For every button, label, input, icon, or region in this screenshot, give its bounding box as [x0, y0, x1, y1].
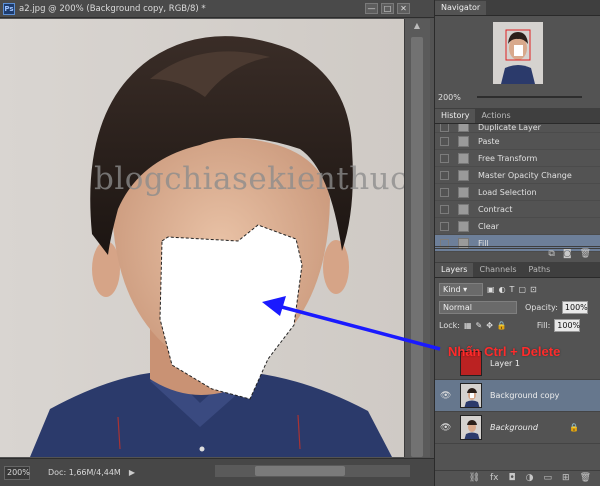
navigator-zoom-value[interactable]: 200%	[438, 93, 461, 102]
trash-icon[interactable]: 🗑	[580, 249, 591, 259]
folder-icon[interactable]: ▭	[544, 473, 553, 483]
navigator-thumbnail[interactable]	[493, 22, 543, 84]
snapshot-icon	[458, 152, 469, 164]
callout-text: Nhấn Ctrl + Delete	[448, 344, 561, 359]
blend-row: Normal Opacity: 100%	[435, 298, 600, 316]
history-item[interactable]: Paste	[435, 133, 600, 150]
history-footer: ⧉ ◙ 🗑	[435, 246, 600, 260]
layer-list: Layer 1 👁 Background copy 👁 Background 🔒	[435, 348, 600, 444]
lock-paint-icon[interactable]: ✎	[476, 321, 483, 330]
new-layer-icon[interactable]: ⊞	[562, 473, 570, 483]
link-icon[interactable]: ⛓	[469, 473, 480, 483]
layer-thumbnail	[460, 383, 482, 408]
type-filter-icon[interactable]: T	[510, 285, 515, 294]
fx-icon[interactable]: fx	[490, 473, 499, 483]
layer-thumbnail	[460, 415, 482, 440]
status-menu-icon[interactable]: ▶	[129, 468, 135, 477]
snapshot-icon	[458, 169, 469, 181]
layers-footer: ⛓ fx ◘ ◑ ▭ ⊞ 🗑	[435, 470, 600, 484]
new-document-from-state-icon[interactable]: ⧉	[548, 249, 554, 259]
lock-icon: 🔒	[569, 423, 579, 432]
snapshot-icon	[458, 186, 469, 198]
smart-object-filter-icon[interactable]: ⊡	[530, 285, 537, 294]
snapshot-icon	[458, 203, 469, 215]
zoom-field[interactable]: 200%	[4, 465, 30, 480]
layer-name: Background copy	[490, 391, 560, 400]
lock-position-icon[interactable]: ✥	[486, 321, 493, 330]
tab-layers[interactable]: Layers	[435, 263, 474, 277]
hscroll-thumb[interactable]	[255, 466, 345, 476]
doc-info: Doc: 1,66M/4,44M	[48, 468, 121, 477]
history-item[interactable]: Master Opacity Change	[435, 167, 600, 184]
navigator-header: Navigator	[435, 0, 600, 16]
window-controls: — □ ✕	[365, 3, 410, 14]
navigator-preview[interactable]	[435, 16, 600, 90]
navigator-zoom-row: 200%	[435, 90, 600, 104]
fill-input[interactable]: 100%	[554, 318, 581, 332]
lock-label: Lock:	[439, 320, 460, 330]
tab-navigator[interactable]: Navigator	[435, 1, 487, 15]
layer-row-selected[interactable]: 👁 Background copy	[435, 380, 600, 412]
image-filter-icon[interactable]: ▣	[487, 285, 495, 294]
history-item[interactable]: Load Selection	[435, 184, 600, 201]
opacity-label: Opacity:	[525, 302, 558, 312]
snapshot-icon	[458, 135, 469, 147]
snapshot-icon	[458, 220, 469, 232]
snapshot-icon	[458, 124, 469, 132]
blend-mode-select[interactable]: Normal	[439, 300, 517, 314]
status-bar: 200% Doc: 1,66M/4,44M ▶	[0, 458, 434, 486]
layer-filter-row: Kind ▾ ▣ ◐ T ▢ ⊡	[435, 280, 600, 298]
filter-kind-select[interactable]: Kind ▾	[439, 282, 483, 296]
lock-transparent-icon[interactable]: ▦	[464, 321, 472, 330]
tab-history[interactable]: History	[435, 109, 476, 123]
trash-icon[interactable]: 🗑	[580, 473, 591, 483]
adjustment-icon[interactable]: ◑	[526, 473, 534, 483]
maximize-button[interactable]: □	[381, 3, 394, 14]
adjustment-filter-icon[interactable]: ◐	[499, 285, 506, 294]
layer-name: Background	[490, 423, 538, 432]
tab-actions[interactable]: Actions	[475, 109, 516, 123]
layer-row[interactable]: 👁 Background 🔒	[435, 412, 600, 444]
navigator-zoom-slider[interactable]	[477, 96, 582, 98]
lock-all-icon[interactable]: 🔒	[497, 321, 507, 330]
close-button[interactable]: ✕	[397, 3, 410, 14]
document-tab[interactable]: Ps a2.jpg @ 200% (Background copy, RGB/8…	[0, 0, 434, 18]
lock-row: Lock: ▦ ✎ ✥ 🔒 Fill: 100%	[435, 316, 600, 334]
history-header: History Actions	[435, 108, 600, 124]
history-item[interactable]: Clear	[435, 218, 600, 235]
history-item[interactable]: Duplicate Layer	[435, 124, 600, 133]
scroll-thumb[interactable]	[411, 37, 423, 457]
scroll-up-icon[interactable]: ▲	[412, 21, 422, 31]
vertical-scrollbar[interactable]: ▲	[404, 19, 430, 457]
tab-channels[interactable]: Channels	[473, 263, 522, 277]
history-item[interactable]: Contract	[435, 201, 600, 218]
opacity-input[interactable]: 100%	[561, 300, 588, 314]
layer-name: Layer 1	[490, 359, 520, 368]
eye-icon[interactable]: 👁	[440, 391, 454, 401]
panel-dock: Navigator 200% History Actions Duplicate…	[434, 0, 600, 486]
shape-filter-icon[interactable]: ▢	[518, 285, 526, 294]
horizontal-scrollbar[interactable]	[215, 465, 410, 477]
fill-label: Fill:	[536, 320, 551, 330]
image-canvas[interactable]: blogchiasekienthuc.com	[0, 19, 404, 457]
history-list: Duplicate Layer Paste Free Transform Mas…	[435, 124, 600, 256]
portrait-photo	[0, 19, 404, 457]
tab-paths[interactable]: Paths	[523, 263, 557, 277]
watermark-text: blogchiasekienthuc.com	[94, 161, 404, 197]
eye-icon[interactable]: 👁	[440, 423, 454, 433]
document-window: Ps a2.jpg @ 200% (Background copy, RGB/8…	[0, 0, 434, 486]
mask-icon[interactable]: ◘	[509, 473, 516, 483]
layers-header: Layers Channels Paths	[435, 262, 600, 278]
document-title: a2.jpg @ 200% (Background copy, RGB/8) *	[19, 3, 206, 14]
history-item[interactable]: Free Transform	[435, 150, 600, 167]
camera-icon[interactable]: ◙	[563, 249, 572, 259]
photoshop-icon: Ps	[3, 2, 15, 15]
minimize-button[interactable]: —	[365, 3, 378, 14]
